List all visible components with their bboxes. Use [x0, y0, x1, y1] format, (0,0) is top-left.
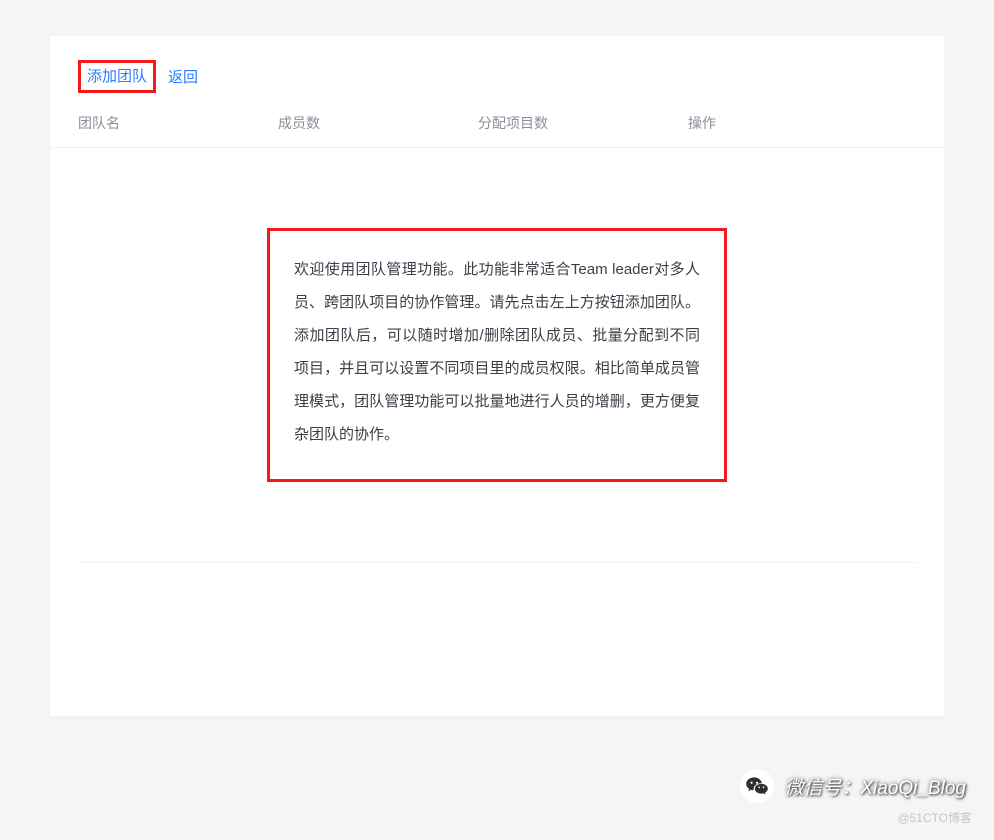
wechat-icon — [740, 769, 774, 803]
table-header: 团队名 成员数 分配项目数 操作 — [50, 103, 944, 148]
copyright-text: @51CTO博客 — [897, 809, 972, 826]
table-header-projects: 分配项目数 — [478, 113, 688, 133]
toolbar: 添加团队 返回 — [50, 36, 944, 103]
table-header-actions: 操作 — [688, 113, 768, 133]
wechat-row: 微信号：XiaoQi_Blog — [732, 765, 974, 807]
bottom-divider — [78, 562, 916, 563]
back-button[interactable]: 返回 — [168, 66, 198, 87]
table-header-name: 团队名 — [78, 113, 278, 133]
content-area: 欢迎使用团队管理功能。此功能非常适合Team leader对多人员、跨团队项目的… — [50, 148, 944, 502]
wechat-label: 微信号：XiaoQi_Blog — [784, 773, 966, 800]
add-team-button[interactable]: 添加团队 — [78, 60, 156, 93]
main-card: 添加团队 返回 团队名 成员数 分配项目数 操作 欢迎使用团队管理功能。此功能非… — [50, 36, 944, 716]
info-box: 欢迎使用团队管理功能。此功能非常适合Team leader对多人员、跨团队项目的… — [267, 228, 727, 482]
info-text: 欢迎使用团队管理功能。此功能非常适合Team leader对多人员、跨团队项目的… — [294, 253, 700, 451]
wechat-overlay: 微信号：XiaoQi_Blog @51CTO博客 — [732, 765, 974, 826]
table-header-members: 成员数 — [278, 113, 478, 133]
